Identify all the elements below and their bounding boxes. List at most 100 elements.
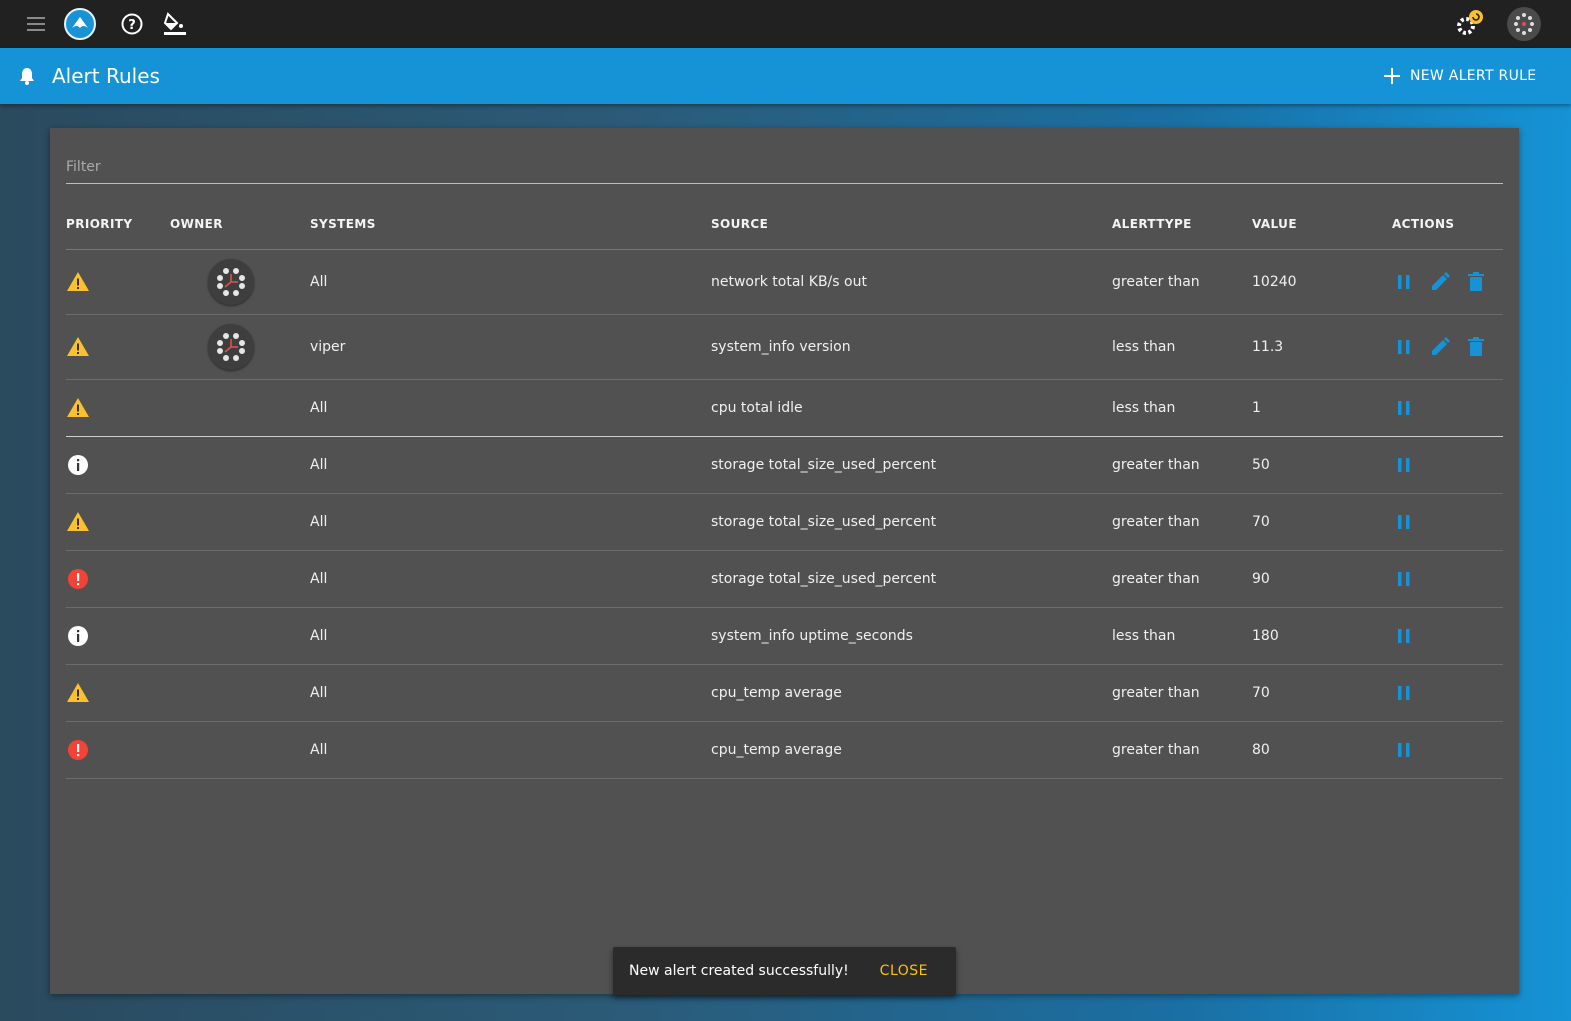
alerttype-cell: greater than: [1112, 664, 1252, 722]
delete-button[interactable]: [1464, 335, 1488, 359]
snackbar-message: New alert created successfully!: [629, 963, 849, 979]
pause-button[interactable]: [1392, 453, 1416, 477]
alerttype-cell: greater than: [1112, 436, 1252, 494]
actions-cell: [1392, 249, 1503, 315]
value-cell: 80: [1252, 721, 1392, 779]
table-row[interactable]: All storage total_size_used_percent greate…: [66, 493, 1503, 551]
warning-icon: [66, 682, 90, 702]
source-cell: storage total_size_used_percent: [711, 550, 1112, 608]
alerttype-cell: less than: [1112, 607, 1252, 665]
top-app-bar: ?: [0, 0, 1571, 48]
alerttype-cell: greater than: [1112, 249, 1252, 315]
table-row[interactable]: All cpu_temp average greater than 70: [66, 664, 1503, 722]
pause-button[interactable]: [1392, 335, 1416, 359]
warning-icon: [66, 271, 90, 291]
new-alert-rule-button[interactable]: NEW ALERT RULE: [1372, 58, 1548, 94]
owner-cell: [170, 550, 310, 608]
alert-rules-card: PRIORITY OWNER SYSTEMS SOURCE ALERTTYPE …: [50, 128, 1519, 994]
bell-icon: [17, 66, 37, 86]
pause-button[interactable]: [1392, 396, 1416, 420]
priority-cell: [66, 721, 170, 779]
alerttype-cell: less than: [1112, 314, 1252, 380]
source-cell: cpu total idle: [711, 379, 1112, 437]
page-header: [0, 48, 1571, 104]
user-avatar-icon[interactable]: [1507, 7, 1541, 41]
table-row[interactable]: All system_info uptime_seconds less than 18…: [66, 607, 1503, 665]
edit-button[interactable]: [1428, 335, 1452, 359]
alerttype-cell: greater than: [1112, 721, 1252, 779]
table-row[interactable]: All cpu_temp average greater than 80: [66, 721, 1503, 779]
svg-text:?: ?: [128, 18, 136, 33]
value-cell: 180: [1252, 607, 1392, 665]
priority-cell: [66, 314, 170, 380]
filter-field[interactable]: [66, 150, 1503, 184]
filter-input[interactable]: [66, 150, 1503, 183]
error-icon: [66, 739, 90, 760]
table-row[interactable]: viper system_info version less than 11.3: [66, 314, 1503, 380]
snackbar-close-button[interactable]: CLOSE: [880, 963, 940, 979]
table-row[interactable]: All network total KB/s out greater than 102…: [66, 249, 1503, 315]
owner-cell: [170, 379, 310, 437]
warning-icon: [66, 336, 90, 356]
column-header-priority[interactable]: PRIORITY: [66, 200, 170, 250]
systems-cell: All: [310, 249, 711, 315]
pause-button[interactable]: [1392, 738, 1416, 762]
actions-cell: [1392, 379, 1503, 437]
actions-cell: [1392, 607, 1503, 665]
table-row[interactable]: All storage total_size_used_percent greate…: [66, 550, 1503, 608]
page-title: Alert Rules: [52, 64, 160, 88]
systems-cell: All: [310, 379, 711, 437]
pause-button[interactable]: [1392, 624, 1416, 648]
pause-button[interactable]: [1392, 270, 1416, 294]
table-row[interactable]: All storage total_size_used_percent greate…: [66, 436, 1503, 494]
value-cell: 90: [1252, 550, 1392, 608]
alerttype-cell: greater than: [1112, 493, 1252, 551]
delete-button[interactable]: [1464, 270, 1488, 294]
value-cell: 1: [1252, 379, 1392, 437]
help-circle-icon[interactable]: ?: [120, 12, 144, 36]
info-icon: [66, 625, 90, 646]
alerttype-cell: greater than: [1112, 550, 1252, 608]
owner-cell: [170, 607, 310, 665]
priority-cell: [66, 436, 170, 494]
pause-button[interactable]: [1392, 510, 1416, 534]
source-cell: storage total_size_used_percent: [711, 493, 1112, 551]
pause-button[interactable]: [1392, 681, 1416, 705]
table-header-row: PRIORITY OWNER SYSTEMS SOURCE ALERTTYPE …: [66, 200, 1503, 250]
warning-icon: [66, 397, 90, 417]
source-cell: system_info uptime_seconds: [711, 607, 1112, 665]
pause-button[interactable]: [1392, 567, 1416, 591]
priority-cell: [66, 607, 170, 665]
systems-cell: All: [310, 664, 711, 722]
source-cell: cpu_temp average: [711, 664, 1112, 722]
gear-update-icon[interactable]: [1454, 10, 1484, 38]
actions-cell: [1392, 550, 1503, 608]
column-header-value[interactable]: VALUE: [1252, 200, 1392, 250]
priority-cell: [66, 550, 170, 608]
column-header-owner[interactable]: OWNER: [170, 200, 310, 250]
column-header-actions: ACTIONS: [1392, 200, 1503, 250]
priority-cell: [66, 493, 170, 551]
menu-icon[interactable]: [24, 14, 48, 34]
actions-cell: [1392, 436, 1503, 494]
app-logo-icon[interactable]: [64, 8, 96, 40]
value-cell: 11.3: [1252, 314, 1392, 380]
systems-cell: All: [310, 493, 711, 551]
column-header-source[interactable]: SOURCE: [711, 200, 1112, 250]
value-cell: 70: [1252, 664, 1392, 722]
paint-bucket-icon[interactable]: [162, 11, 188, 37]
owner-avatar-icon: [208, 258, 254, 305]
warning-icon: [66, 511, 90, 531]
info-icon: [66, 454, 90, 475]
systems-cell: All: [310, 607, 711, 665]
source-cell: storage total_size_used_percent: [711, 436, 1112, 494]
column-header-alerttype[interactable]: ALERTTYPE: [1112, 200, 1252, 250]
value-cell: 10240: [1252, 249, 1392, 315]
column-header-systems[interactable]: SYSTEMS: [310, 200, 711, 250]
table-row[interactable]: All cpu total idle less than 1: [66, 379, 1503, 437]
owner-cell: [170, 249, 310, 315]
edit-button[interactable]: [1428, 270, 1452, 294]
systems-cell: All: [310, 721, 711, 779]
owner-avatar-icon: [208, 323, 254, 370]
owner-cell: [170, 436, 310, 494]
